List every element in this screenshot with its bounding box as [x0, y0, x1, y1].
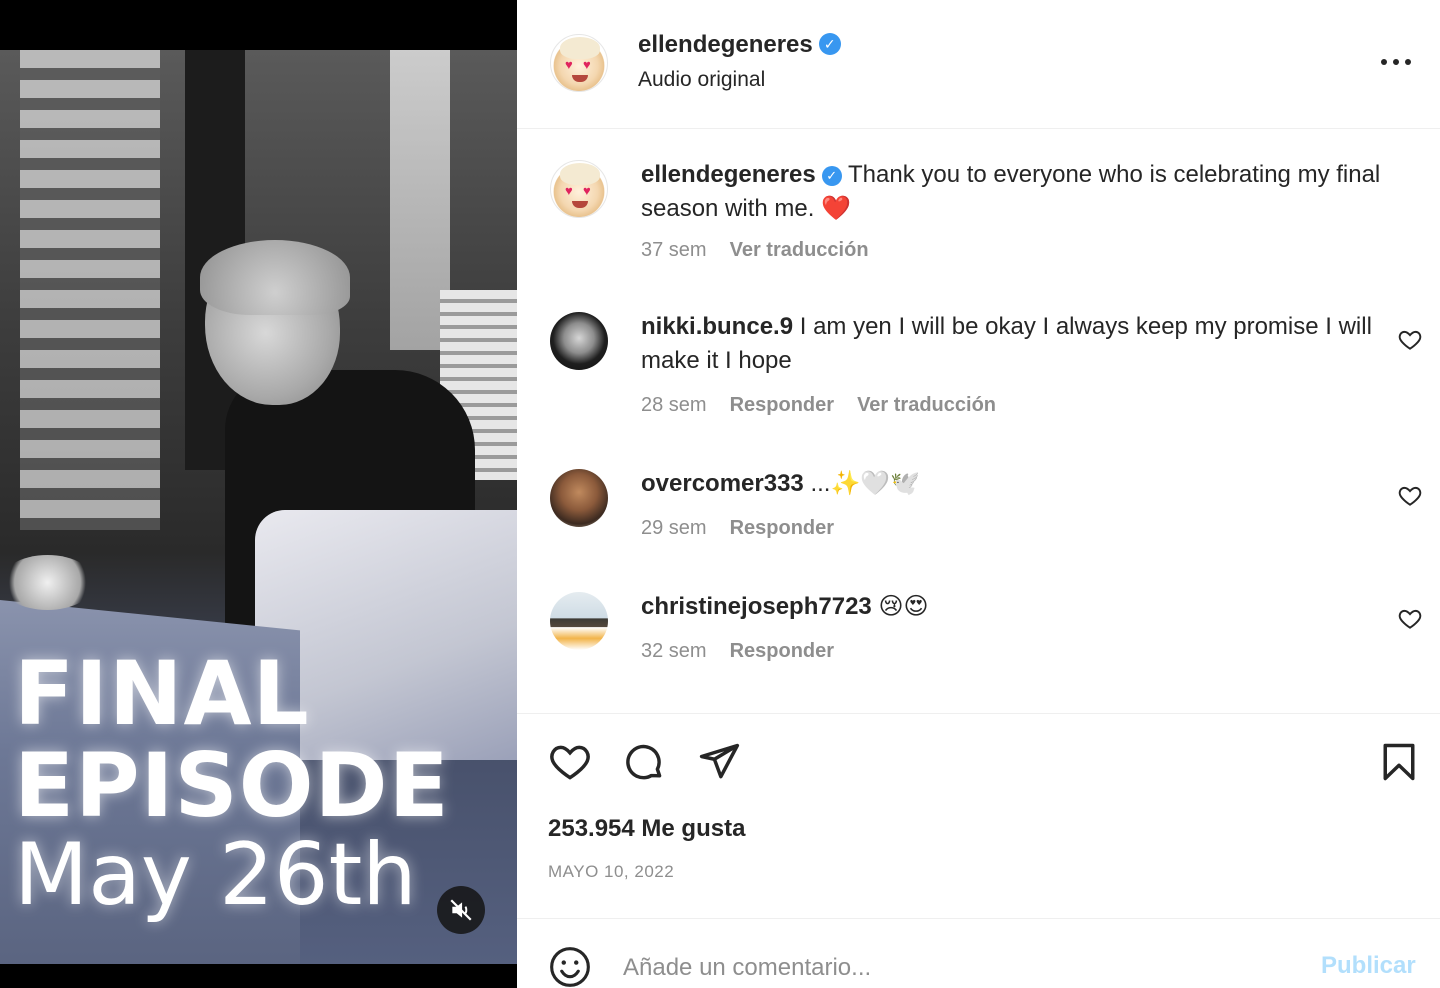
comment-body: 😢😍 [878, 593, 929, 620]
reply-link[interactable]: Responder [730, 394, 834, 417]
red-heart-emoji: ❤️ [821, 195, 851, 222]
author-avatar[interactable]: ♥ ♥ [550, 34, 608, 92]
verified-badge-icon: ✓ [818, 33, 841, 55]
overlay-date: May 26th [14, 825, 417, 925]
flowers [0, 555, 95, 610]
overlay-line-1: FINAL [14, 642, 310, 745]
header-username-text[interactable]: ellendegeneres [638, 31, 813, 58]
actions-divider [517, 713, 1440, 714]
composer-divider [517, 918, 1440, 919]
comment-text-block: christinejoseph7723 😢😍 [641, 590, 1391, 624]
comment-text-block: nikki.bunce.9 I am yen I will be okay I … [641, 310, 1391, 378]
comment-meta: 29 sem Responder [641, 517, 834, 540]
reply-link[interactable]: Responder [730, 640, 834, 663]
author-username[interactable]: ellendegeneres ✓ [638, 31, 841, 59]
avatar-mouth [572, 201, 588, 208]
save-bookmark-icon[interactable] [1377, 740, 1421, 784]
reply-link[interactable]: Responder [730, 517, 834, 540]
heart-eye-right: ♥ [583, 57, 591, 72]
caption-avatar[interactable]: ♥ ♥ [550, 160, 608, 218]
comment-time[interactable]: 29 sem [641, 517, 707, 540]
person-hair [200, 240, 350, 315]
verified-badge-icon: ✓ [821, 166, 842, 186]
post-media[interactable]: FINAL EPISODE May 26th [0, 0, 517, 988]
mute-button[interactable] [437, 886, 485, 934]
like-comment-heart-icon[interactable] [1397, 327, 1423, 353]
heart-eye-right: ♥ [583, 183, 591, 198]
like-comment-heart-icon[interactable] [1397, 606, 1423, 632]
episode-overlay-text: FINAL EPISODE May 26th [14, 642, 450, 925]
speaker-muted-icon [450, 899, 472, 921]
share-paper-plane-icon[interactable] [697, 740, 741, 784]
commenter-avatar[interactable] [550, 469, 608, 527]
commenter-avatar[interactable] [550, 592, 608, 650]
comment-time[interactable]: 28 sem [641, 394, 707, 417]
comment-meta: 28 sem Responder Ver traducción [641, 394, 996, 417]
add-comment-input[interactable] [623, 948, 1303, 988]
like-heart-icon[interactable] [548, 740, 592, 784]
video-frame[interactable]: FINAL EPISODE May 26th [0, 50, 517, 964]
translate-link[interactable]: Ver traducción [857, 394, 996, 417]
post-detail-panel: ♥ ♥ ellendegeneres ✓ Audio original ♥ ♥ e… [517, 0, 1440, 988]
caption-translate-link[interactable]: Ver traducción [730, 239, 869, 262]
caption-meta: 37 sem Ver traducción [641, 239, 869, 262]
comment-username[interactable]: christinejoseph7723 [641, 593, 872, 620]
avatar-mouth [572, 75, 588, 82]
comment-username[interactable]: overcomer333 [641, 470, 804, 497]
like-comment-heart-icon[interactable] [1397, 483, 1423, 509]
audio-label[interactable]: Audio original [638, 68, 765, 92]
comment-bubble-icon[interactable] [622, 740, 666, 784]
more-options-icon[interactable] [1379, 50, 1413, 74]
comment-meta: 32 sem Responder [641, 640, 834, 663]
comment-text-block: overcomer333 ...✨🤍🕊️ [641, 467, 1391, 501]
commenter-avatar[interactable] [550, 312, 608, 370]
overlay-line-2: EPISODE [14, 734, 450, 837]
post-date: MAYO 10, 2022 [548, 862, 675, 881]
caption-text-block: ellendegeneres ✓ Thank you to everyone wh… [641, 158, 1391, 226]
comment-time[interactable]: 32 sem [641, 640, 707, 663]
heart-eye-left: ♥ [565, 57, 573, 72]
caption-time[interactable]: 37 sem [641, 239, 707, 262]
comment-username[interactable]: nikki.bunce.9 [641, 313, 793, 340]
like-count[interactable]: 253.954 Me gusta [548, 815, 745, 843]
caption-username[interactable]: ellendegeneres [641, 161, 816, 188]
window-blinds [20, 50, 160, 530]
heart-eye-left: ♥ [565, 183, 573, 198]
publish-button[interactable]: Publicar [1321, 952, 1416, 980]
emoji-smiley-icon[interactable] [548, 945, 592, 988]
header-divider [517, 128, 1440, 129]
comment-body: ...✨🤍🕊️ [810, 470, 921, 497]
